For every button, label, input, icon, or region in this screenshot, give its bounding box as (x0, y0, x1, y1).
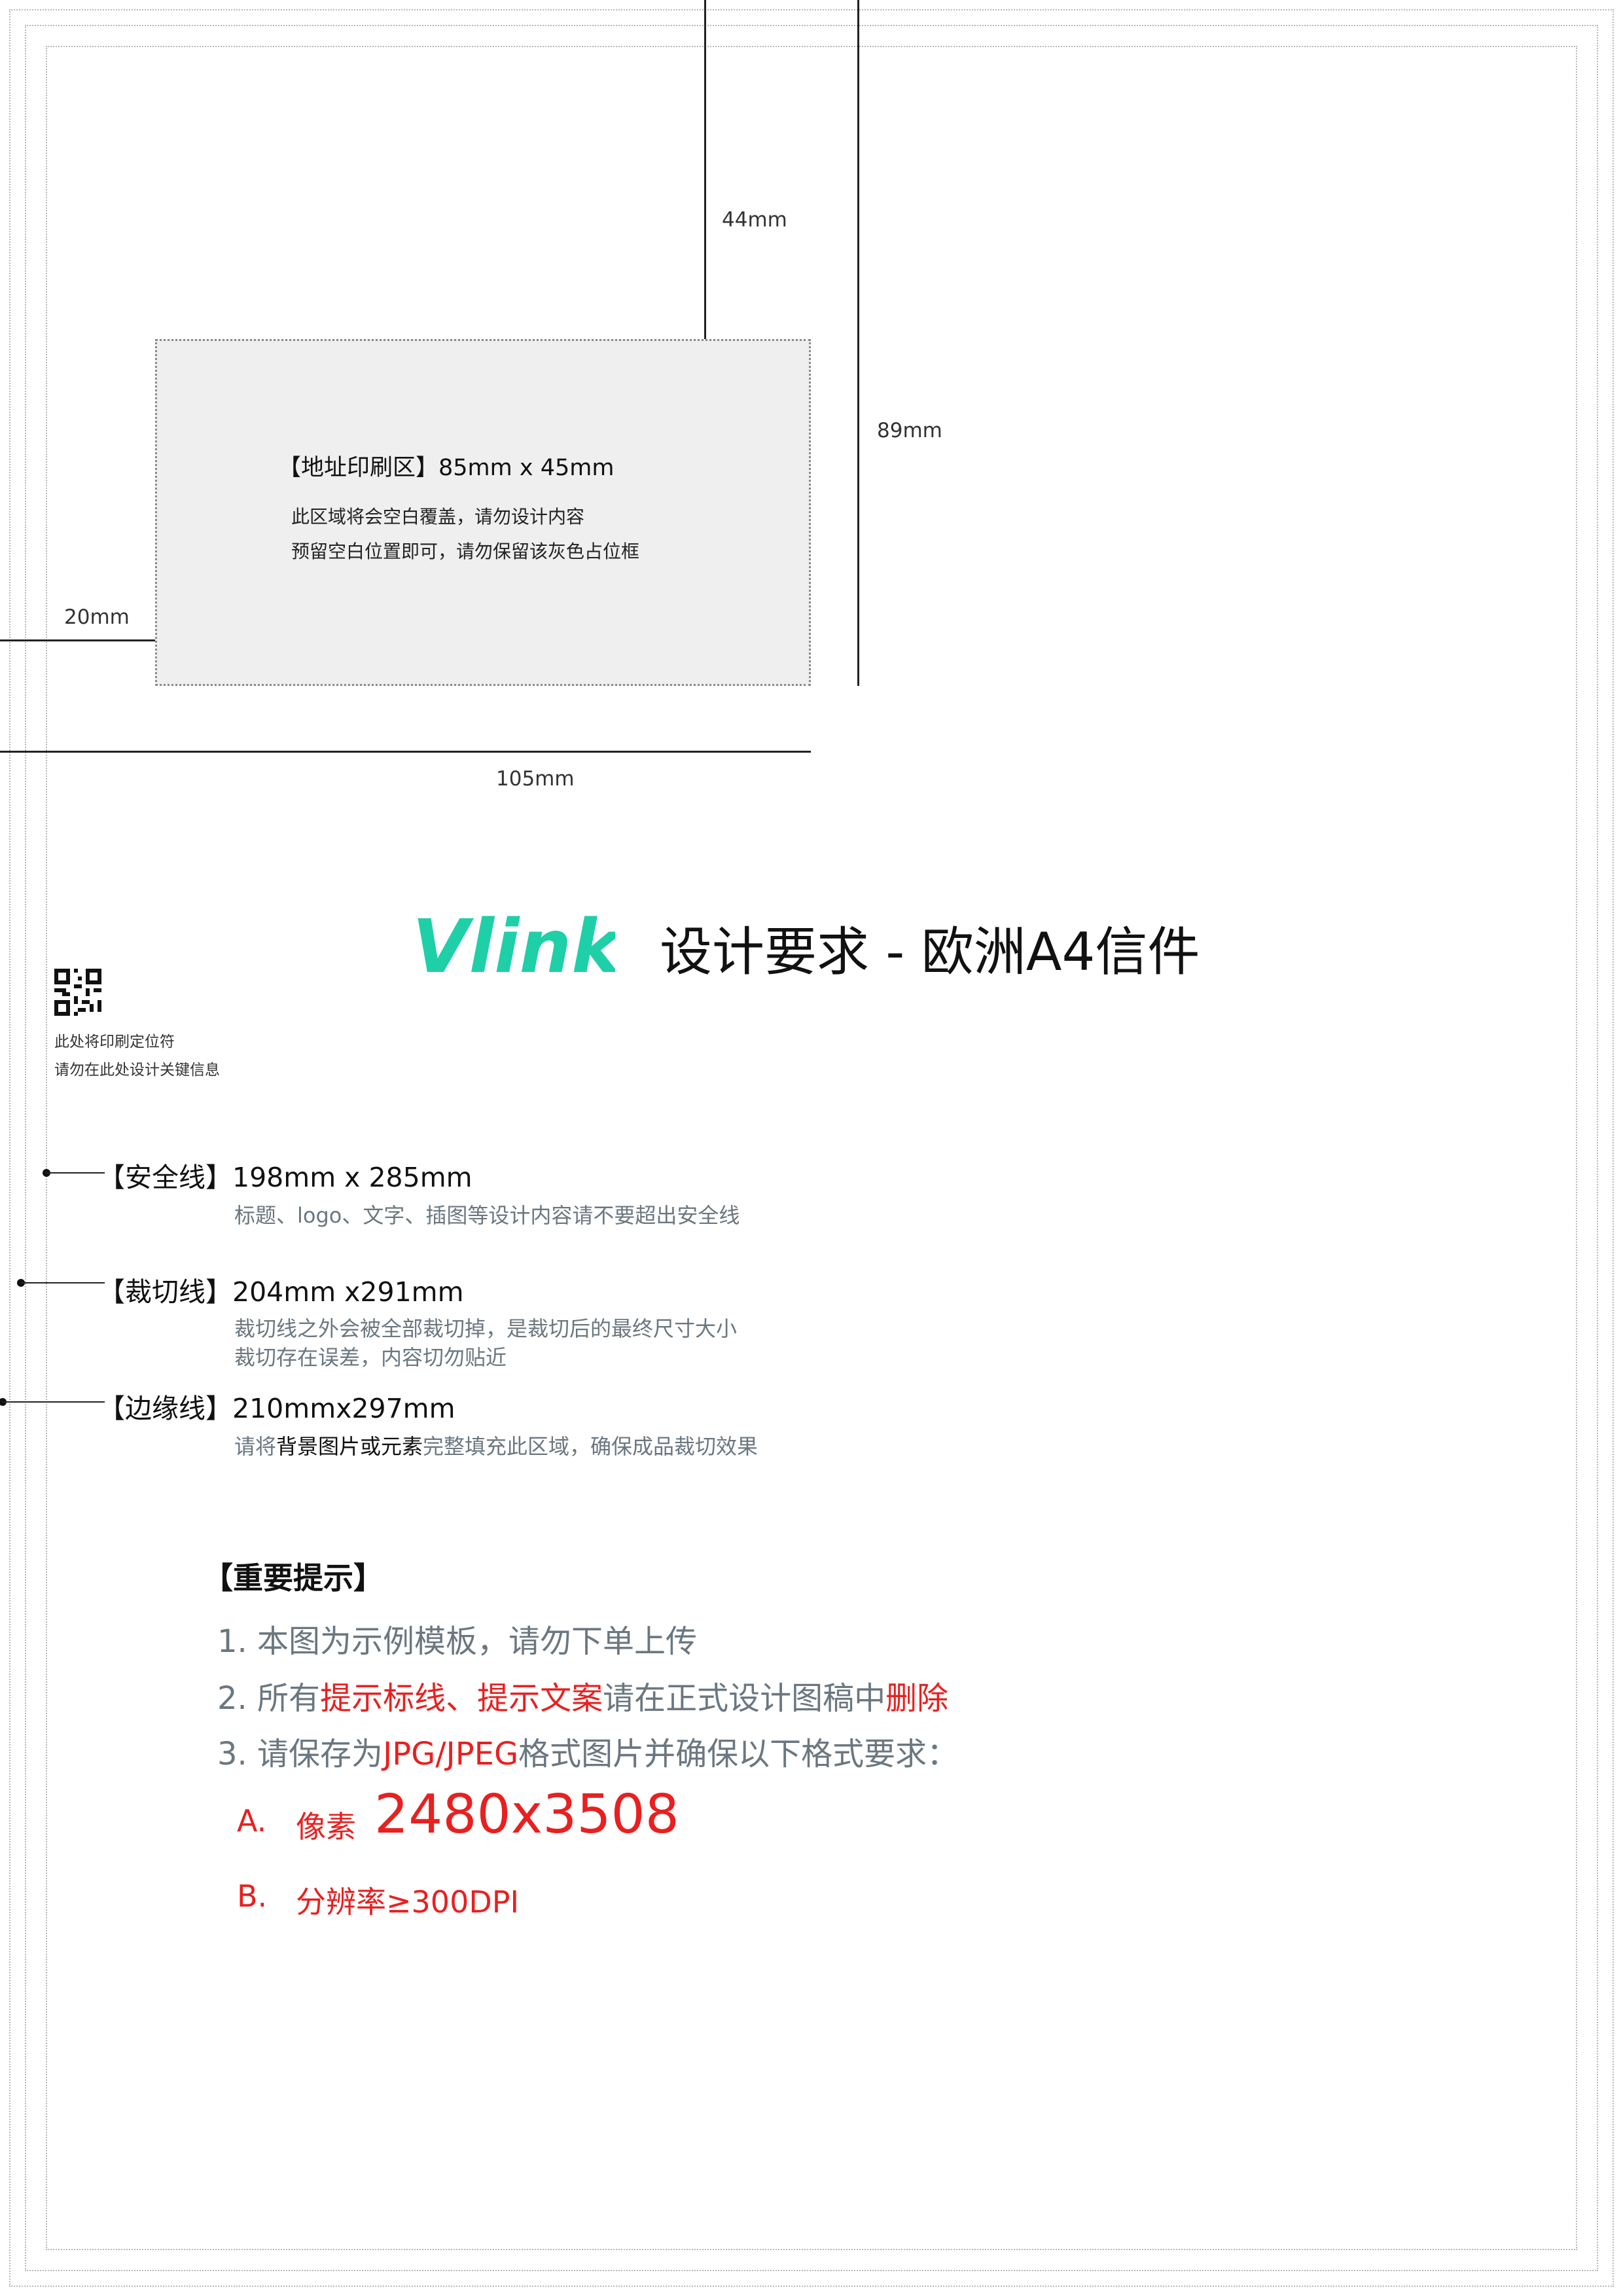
tip-3-b: JPG/JPEG (383, 1736, 519, 1772)
tip-3-a: 3. 请保存为 (217, 1736, 383, 1772)
cut-line-desc-1: 裁切线之外会被全部裁切掉，是裁切后的最终尺寸大小 (234, 1316, 738, 1341)
cut-line-label: 【裁切线】204mm x291mm (98, 1276, 464, 1308)
edge-line-desc: 请将背景图片或元素完整填充此区域，确保成品裁切效果 (234, 1430, 758, 1460)
tip-2-a: 2. 所有 (217, 1680, 321, 1717)
edge-desc-c: 完整填充此区域，确保成品裁切效果 (423, 1434, 758, 1459)
tip-3: 3. 请保存为JPG/JPEG格式图片并确保以下格式要求： (217, 1728, 958, 1774)
page-title: 设计要求 - 欧洲A4信件 (660, 922, 1200, 982)
edge-desc-a: 请将 (234, 1434, 277, 1459)
top-gap-guide (704, 0, 706, 339)
req-a-label: A. (237, 1803, 267, 1839)
cut-line-desc-2: 裁切存在误差，内容切勿贴近 (234, 1345, 507, 1370)
box-width-guide (0, 751, 811, 753)
address-area-desc-2: 预留空白位置即可，请勿保留该灰色占位框 (291, 541, 640, 562)
req-a-text: 像素 (296, 1809, 356, 1844)
cut-line-pointer (21, 1282, 105, 1283)
req-b-text: 分辨率≥300DPI (296, 1884, 520, 1920)
qr-code-icon (54, 969, 101, 1016)
qr-note-line-2: 请勿在此处设计关键信息 (54, 1062, 220, 1079)
tip-2-c: 请在正式设计图稿中 (603, 1680, 886, 1717)
edge-line-label: 【边缘线】210mmx297mm (98, 1393, 455, 1424)
req-b-label: B. (237, 1878, 268, 1914)
tip-2: 2. 所有提示标线、提示文案请在正式设计图稿中删除 (217, 1672, 948, 1718)
safety-line-pointer (46, 1172, 105, 1174)
address-area-desc-1: 此区域将会空白覆盖，请勿设计内容 (291, 506, 585, 528)
left-gap-label: 20mm (64, 605, 130, 629)
tip-2-d: 删除 (885, 1680, 949, 1717)
tip-3-c: 格式图片并确保以下格式要求： (518, 1736, 959, 1772)
safety-line-desc: 标题、logo、文字、插图等设计内容请不要超出安全线 (234, 1203, 740, 1228)
top-gap-label: 44mm (722, 208, 787, 232)
req-a-value: 2480x3508 (374, 1784, 679, 1846)
important-tips-title: 【重要提示】 (203, 1560, 383, 1596)
left-gap-guide (0, 639, 155, 641)
address-placeholder-box: 【地址印刷区】85mm x 45mm 此区域将会空白覆盖，请勿设计内容 预留空白… (155, 339, 811, 686)
logo-text: Vlink (412, 910, 615, 982)
edge-desc-b: 背景图片或元素 (276, 1434, 423, 1459)
box-height-guide (857, 0, 859, 686)
qr-note-line-1: 此处将印刷定位符 (54, 1033, 175, 1050)
tip-2-b: 提示标线、提示文案 (320, 1680, 603, 1717)
safety-line-label: 【安全线】198mm x 285mm (98, 1162, 473, 1193)
vlink-logo: Vlink (412, 905, 624, 990)
edge-line-pointer (3, 1401, 105, 1403)
box-width-label: 105mm (496, 767, 575, 791)
box-height-label: 89mm (877, 419, 942, 442)
address-area-title: 【地址印刷区】85mm x 45mm (278, 455, 615, 481)
tip-1: 1. 本图为示例模板，请勿下单上传 (217, 1623, 698, 1660)
